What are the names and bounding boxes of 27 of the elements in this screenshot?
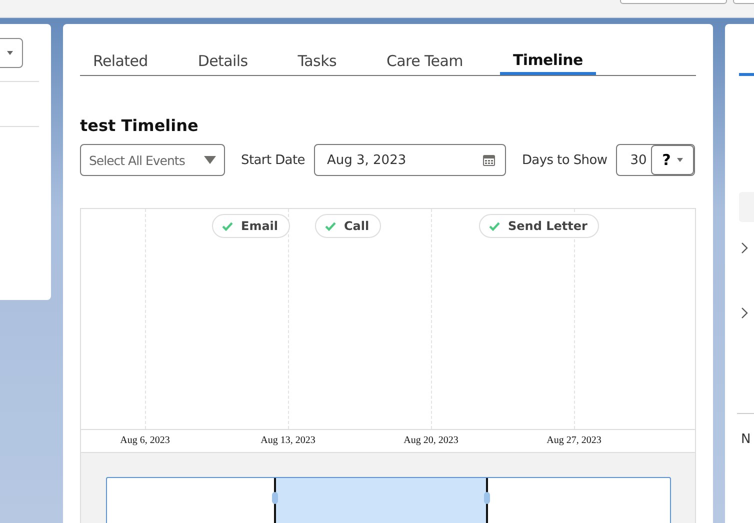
tab[interactable]: Related xyxy=(80,40,161,75)
event-pill[interactable]: Send Letter xyxy=(479,214,600,238)
axis-label: Aug 13, 2023 xyxy=(260,435,316,446)
event-pill[interactable]: Email xyxy=(212,214,290,238)
axis-label: Aug 20, 2023 xyxy=(404,435,458,446)
days-to-show-label: Days to Show xyxy=(522,152,608,168)
calendar-icon xyxy=(482,154,495,166)
range-selection[interactable] xyxy=(274,478,488,523)
tab[interactable]: Tasks xyxy=(284,40,350,75)
tab[interactable]: Timeline xyxy=(500,40,596,75)
timeline-title: test Timeline xyxy=(80,116,200,136)
event-filter-dropdown[interactable]: Select All Events xyxy=(80,144,225,176)
tab[interactable]: Details xyxy=(184,40,261,75)
caret-icon xyxy=(7,51,13,55)
drag-handle[interactable] xyxy=(272,492,278,504)
tab[interactable]: Care Team xyxy=(373,40,476,75)
event-pill[interactable]: Call xyxy=(315,214,382,238)
dropdown-button[interactable] xyxy=(0,38,23,68)
start-date-field[interactable]: Aug 3, 2023 xyxy=(314,144,506,176)
caret-icon xyxy=(204,156,216,164)
start-date-label: Start Date xyxy=(241,152,305,168)
axis-label: Aug 6, 2023 xyxy=(120,435,170,446)
panel-text: N xyxy=(741,432,751,447)
drag-handle[interactable] xyxy=(484,492,490,504)
chevron-right-icon[interactable] xyxy=(741,242,748,254)
chevron-right-icon[interactable] xyxy=(741,307,748,319)
axis-label: Aug 27, 2023 xyxy=(546,435,602,446)
